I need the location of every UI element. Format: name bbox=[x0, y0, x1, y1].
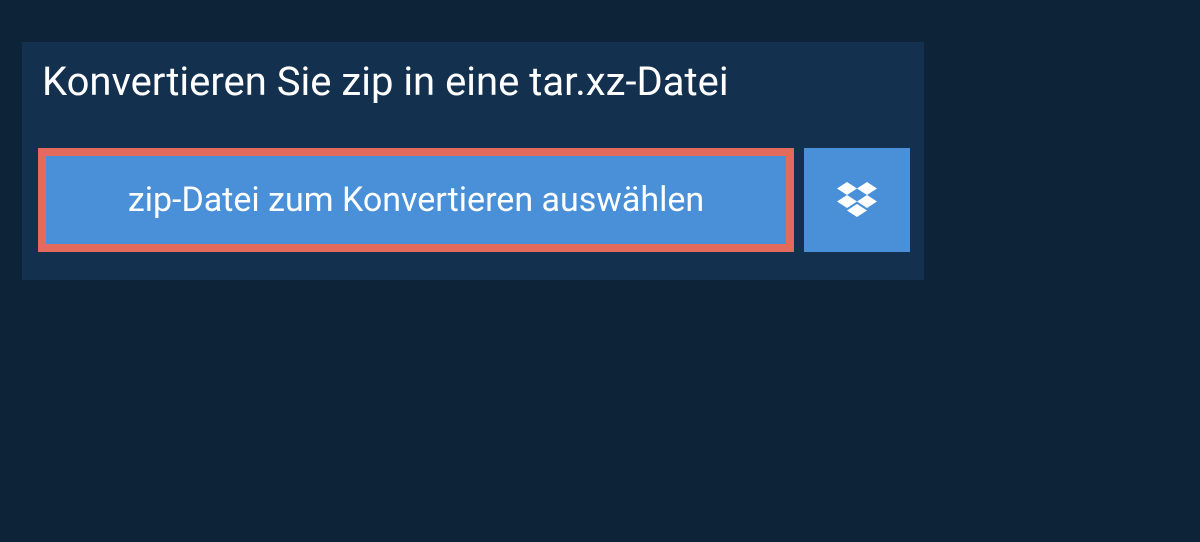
select-file-label: zip-Datei zum Konvertieren auswählen bbox=[128, 180, 704, 220]
page-title: Konvertieren Sie zip in eine tar.xz-Date… bbox=[22, 42, 924, 106]
dropbox-button[interactable] bbox=[804, 148, 910, 252]
select-file-button[interactable]: zip-Datei zum Konvertieren auswählen bbox=[38, 148, 794, 252]
dropbox-icon bbox=[837, 180, 877, 220]
converter-panel: Konvertieren Sie zip in eine tar.xz-Date… bbox=[22, 42, 924, 280]
button-row: zip-Datei zum Konvertieren auswählen bbox=[22, 106, 924, 252]
